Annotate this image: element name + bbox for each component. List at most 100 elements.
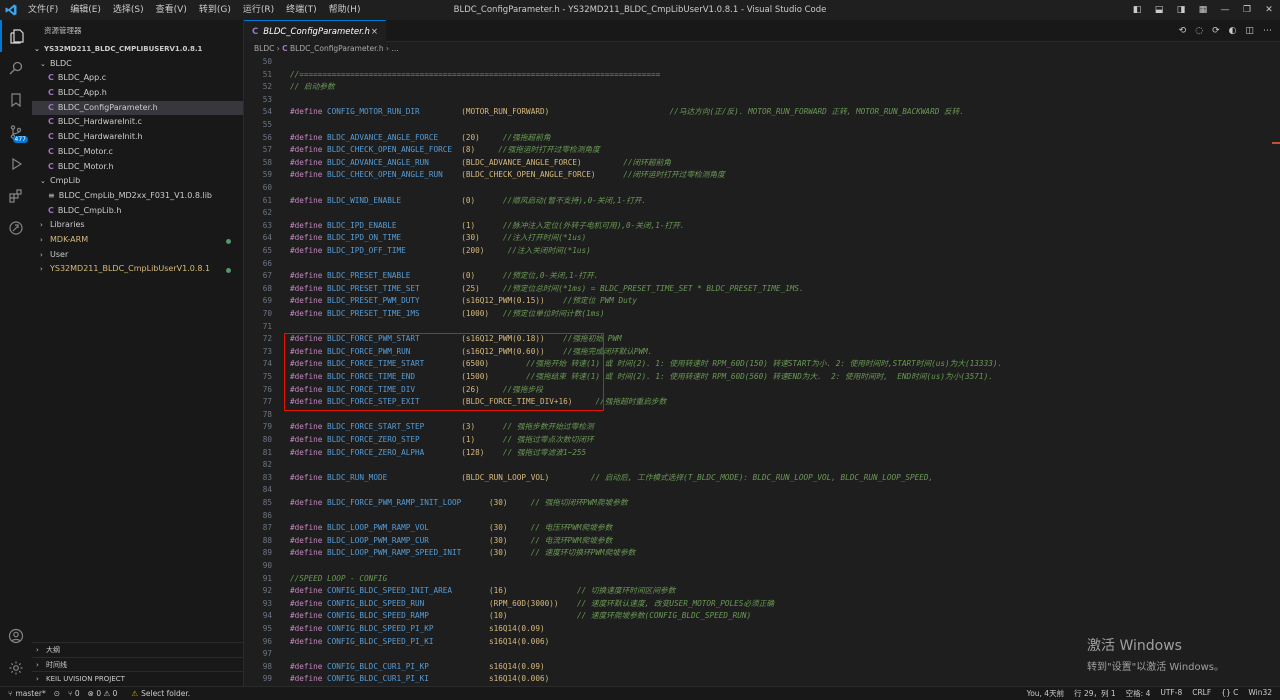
- code-line[interactable]: 65 #define BLDC_IPD_OFF_TIME (200) //注入关闭…: [244, 245, 1274, 258]
- code-line[interactable]: 66: [244, 258, 1274, 271]
- remote-explorer-icon[interactable]: [0, 212, 32, 244]
- code-line[interactable]: 71: [244, 321, 1274, 334]
- code-line[interactable]: 52 // 启动参数: [244, 81, 1274, 94]
- code-line[interactable]: 86: [244, 510, 1274, 523]
- compare-icon[interactable]: ⟲: [1179, 26, 1187, 36]
- code-line[interactable]: 68 #define BLDC_PRESET_TIME_SET (25) //预定…: [244, 283, 1274, 296]
- code-line[interactable]: 50: [244, 56, 1274, 69]
- code-line[interactable]: 51 //====================================…: [244, 69, 1274, 82]
- breadcrumb-file[interactable]: BLDC_ConfigParameter.h: [290, 44, 384, 53]
- menu-item[interactable]: 编辑(E): [64, 0, 107, 20]
- close-tab-icon[interactable]: ×: [371, 27, 378, 37]
- code-line[interactable]: 53: [244, 94, 1274, 107]
- code-line[interactable]: 73 #define BLDC_FORCE_PWM_RUN (s16Q12_PWM…: [244, 346, 1274, 359]
- minimize-button[interactable]: —: [1214, 5, 1236, 15]
- code-line[interactable]: 75 #define BLDC_FORCE_TIME_END (1500) //强…: [244, 371, 1274, 384]
- tree-item[interactable]: C BLDC_App.h: [32, 86, 243, 101]
- code-line[interactable]: 56 #define BLDC_ADVANCE_ANGLE_FORCE (20) …: [244, 132, 1274, 145]
- code-line[interactable]: 78: [244, 409, 1274, 422]
- code-editor[interactable]: 50 51 //==================================…: [244, 56, 1274, 686]
- run-debug-icon[interactable]: [0, 148, 32, 180]
- settings-gear-icon[interactable]: [0, 652, 32, 684]
- code-line[interactable]: 63 #define BLDC_IPD_ENABLE (1) //脉冲注入定位(外…: [244, 220, 1274, 233]
- code-line[interactable]: 77 #define BLDC_FORCE_STEP_EXIT (BLDC_FOR…: [244, 396, 1274, 409]
- tree-item[interactable]: C BLDC_App.c: [32, 71, 243, 86]
- sidebar-section-header[interactable]: › 时间线: [32, 656, 244, 672]
- code-line[interactable]: 94 #define CONFIG_BLDC_SPEED_RAMP (10) //…: [244, 610, 1274, 623]
- run-code-icon[interactable]: ◐: [1229, 26, 1237, 36]
- code-line[interactable]: 84: [244, 484, 1274, 497]
- code-line[interactable]: 72 #define BLDC_FORCE_PWM_START (s16Q12_P…: [244, 333, 1274, 346]
- code-line[interactable]: 70 #define BLDC_PRESET_TIME_1MS (1000) //…: [244, 308, 1274, 321]
- code-line[interactable]: 60: [244, 182, 1274, 195]
- menu-item[interactable]: 选择(S): [107, 0, 150, 20]
- code-line[interactable]: 89 #define BLDC_LOOP_PWM_RAMP_SPEED_INIT …: [244, 547, 1274, 560]
- status-problems[interactable]: ⊗ 0 ⚠ 0: [88, 689, 118, 698]
- menu-item[interactable]: 运行(R): [237, 0, 280, 20]
- code-line[interactable]: 93 #define CONFIG_BLDC_SPEED_RUN (RPM_60D…: [244, 598, 1274, 611]
- extensions-icon[interactable]: [0, 180, 32, 212]
- split-editor-icon[interactable]: ◫: [1245, 26, 1254, 36]
- toggle-panel-icon[interactable]: ⬓: [1148, 5, 1170, 15]
- search-icon[interactable]: [0, 52, 32, 84]
- tree-item[interactable]: ⌄ BLDC: [32, 57, 243, 72]
- status-item[interactable]: Win32: [1248, 688, 1272, 699]
- code-line[interactable]: 87 #define BLDC_LOOP_PWM_RAMP_VOL (30) //…: [244, 522, 1274, 535]
- code-line[interactable]: 67 #define BLDC_PRESET_ENABLE (0) //预定位,0…: [244, 270, 1274, 283]
- code-line[interactable]: 79 #define BLDC_FORCE_START_STEP (3) // 强…: [244, 421, 1274, 434]
- sidebar-section-header[interactable]: › 大纲: [32, 641, 244, 657]
- code-line[interactable]: 83 #define BLDC_RUN_MODE (BLDC_RUN_LOOP_V…: [244, 472, 1274, 485]
- tree-item[interactable]: › YS32MD211_BLDC_CmpLibUserV1.0.8.1: [32, 262, 243, 277]
- tree-item[interactable]: C BLDC_CmpLib.h: [32, 204, 243, 219]
- status-item[interactable]: CRLF: [1192, 688, 1211, 699]
- tree-item[interactable]: C BLDC_ConfigParameter.h: [32, 100, 243, 116]
- code-line[interactable]: 95 #define CONFIG_BLDC_SPEED_PI_KP s16Q14…: [244, 623, 1274, 636]
- sidebar-section-header[interactable]: › KEIL UVISION PROJECT: [32, 671, 244, 686]
- tree-item[interactable]: C BLDC_Motor.c: [32, 145, 243, 160]
- menu-item[interactable]: 文件(F): [22, 0, 64, 20]
- account-icon[interactable]: [0, 620, 32, 652]
- breadcrumb-symbol[interactable]: ...: [391, 44, 398, 53]
- go-forward-icon[interactable]: ⟳: [1212, 26, 1220, 36]
- bookmarks-icon[interactable]: [0, 84, 32, 116]
- status-sync-icon[interactable]: ⊙: [54, 689, 60, 698]
- status-item[interactable]: 行 29，列 1: [1074, 688, 1116, 699]
- code-line[interactable]: 64 #define BLDC_IPD_ON_TIME (30) //注入打开时间…: [244, 232, 1274, 245]
- menu-item[interactable]: 转到(G): [193, 0, 237, 20]
- code-line[interactable]: 57 #define BLDC_CHECK_OPEN_ANGLE_FORCE (8…: [244, 144, 1274, 157]
- explorer-icon[interactable]: [0, 20, 32, 52]
- code-line[interactable]: 81 #define BLDC_FORCE_ZERO_ALPHA (128) //…: [244, 447, 1274, 460]
- code-line[interactable]: 91 //SPEED LOOP - CONFIG: [244, 573, 1274, 586]
- status-select-folder[interactable]: Select folder.: [141, 689, 190, 698]
- tree-item[interactable]: ≡ BLDC_CmpLib_MD2xx_F031_V1.0.8.lib: [32, 189, 243, 204]
- tab-bldc-configparameter[interactable]: C BLDC_ConfigParameter.h ×: [244, 20, 386, 42]
- code-line[interactable]: 58 #define BLDC_ADVANCE_ANGLE_RUN (BLDC_A…: [244, 157, 1274, 170]
- menu-item[interactable]: 帮助(H): [323, 0, 367, 20]
- go-back-icon[interactable]: ◌: [1195, 26, 1203, 36]
- breadcrumb-folder[interactable]: BLDC: [254, 44, 274, 53]
- tree-item[interactable]: C BLDC_Motor.h: [32, 160, 243, 175]
- code-line[interactable]: 62: [244, 207, 1274, 220]
- tree-item[interactable]: › MDK-ARM: [32, 233, 243, 248]
- code-line[interactable]: 85 #define BLDC_FORCE_PWM_RAMP_INIT_LOOP …: [244, 497, 1274, 510]
- menu-item[interactable]: 终端(T): [280, 0, 323, 20]
- code-line[interactable]: 90: [244, 560, 1274, 573]
- tree-item[interactable]: › Libraries: [32, 218, 243, 233]
- code-line[interactable]: 99 #define CONFIG_BLDC_CUR1_PI_KI s16Q14(…: [244, 673, 1274, 686]
- code-line[interactable]: 82: [244, 459, 1274, 472]
- tree-item[interactable]: C BLDC_HardwareInit.c: [32, 115, 243, 130]
- workspace-root[interactable]: ⌄ YS32MD211_BLDC_CMPLIBUSERV1.0.8.1: [32, 42, 243, 57]
- code-line[interactable]: 55: [244, 119, 1274, 132]
- close-window-button[interactable]: ✕: [1258, 5, 1280, 15]
- status-item[interactable]: You, 4天前: [1027, 688, 1064, 699]
- code-line[interactable]: 88 #define BLDC_LOOP_PWM_RAMP_CUR (30) //…: [244, 535, 1274, 548]
- status-item[interactable]: UTF-8: [1160, 688, 1182, 699]
- code-line[interactable]: 61 #define BLDC_WIND_ENABLE (0) //顺风启动(暂不…: [244, 195, 1274, 208]
- code-line[interactable]: 92 #define CONFIG_BLDC_SPEED_INIT_AREA (1…: [244, 585, 1274, 598]
- more-actions-icon[interactable]: ⋯: [1263, 26, 1272, 36]
- toggle-sidebar-icon[interactable]: ◧: [1126, 5, 1148, 15]
- maximize-button[interactable]: ❐: [1236, 5, 1258, 15]
- menu-item[interactable]: 查看(V): [150, 0, 193, 20]
- customize-layout-icon[interactable]: ▦: [1192, 5, 1214, 15]
- code-line[interactable]: 80 #define BLDC_FORCE_ZERO_STEP (1) // 强拖…: [244, 434, 1274, 447]
